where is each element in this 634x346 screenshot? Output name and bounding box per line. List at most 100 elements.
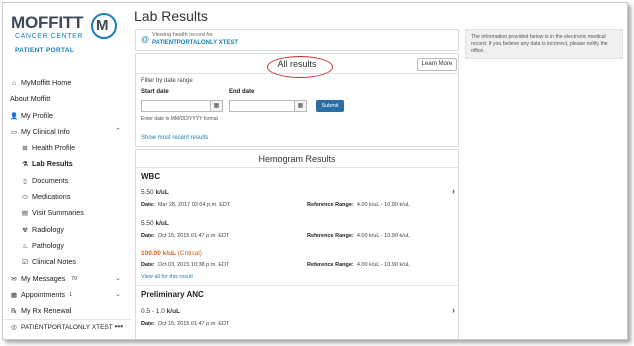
- highlight-ellipse: [267, 56, 333, 78]
- sidebar-item-messages[interactable]: ✉ My Messages 70 ⌄: [3, 271, 131, 287]
- logo-mark-icon: M: [91, 13, 117, 39]
- moffitt-logo[interactable]: MOFFITT M CANCER CENTER PATIENT PORTAL: [11, 11, 123, 59]
- result-date: Date: Oct 03, 2015 10:38 p.m. EDT: [141, 262, 230, 268]
- test-name: Preliminary ANC: [141, 290, 204, 299]
- divider: [136, 167, 458, 168]
- messages-count-badge: 70: [71, 275, 78, 282]
- sidebar-item-clinical-info[interactable]: ▭ My Clinical Info ⌃: [3, 124, 131, 140]
- calendar-icon[interactable]: ▦: [211, 100, 223, 112]
- result-date: Date: Oct 15, 2015 01:47 p.m. EDT: [141, 321, 230, 327]
- sidebar-item-label: My Profile: [21, 110, 53, 120]
- pathology-icon: ♨: [22, 242, 28, 250]
- learn-more-button[interactable]: Learn More: [417, 58, 457, 71]
- user-avatar-icon: ◎: [11, 324, 17, 331]
- viewing-label: Viewing health record for: [152, 32, 213, 38]
- sidebar-item-label: Pathology: [32, 240, 64, 250]
- result-value: 0.5 - 1.0 k/uL: [141, 308, 181, 315]
- calendar-icon: ▦: [10, 291, 18, 299]
- viewing-patient-name: PATIENTPORTALONLY XTEST: [152, 40, 239, 46]
- sidebar-item-lab-results[interactable]: ⚗ Lab Results: [3, 156, 131, 172]
- sidebar-item-label: Lab Results: [32, 159, 73, 169]
- visit-icon: ▤: [21, 210, 29, 218]
- sidebar-item-label: Medications: [32, 192, 71, 202]
- medication-icon: ⬭: [22, 194, 28, 202]
- chevron-right-icon[interactable]: ›: [452, 305, 455, 315]
- sidebar-item-pathology[interactable]: ♨ Pathology: [3, 238, 131, 254]
- view-all-link[interactable]: View all for this result: [141, 274, 193, 280]
- sidebar-item-label: Documents: [32, 175, 69, 185]
- chevron-right-icon[interactable]: ›: [452, 186, 455, 196]
- messages-icon: ✉: [11, 275, 17, 283]
- folder-icon: ▭: [10, 128, 18, 136]
- submit-button[interactable]: Submit: [316, 100, 344, 112]
- sidebar-item-label: About Moffitt: [10, 94, 51, 104]
- sidebar-item-health-profile[interactable]: ⊞ Health Profile: [3, 140, 131, 156]
- reference-range: Reference Range: 4.00 k/uL - 10.90 k/uL: [307, 202, 410, 208]
- date-format-hint: Enter date in MM/DD/YYYY format: [141, 116, 218, 122]
- all-results-panel: All results Learn More Filter by date ra…: [135, 53, 459, 147]
- sidebar-item-appointments[interactable]: ▦ Appointments 1 ⌄: [3, 287, 131, 303]
- sidebar-item-label: My Rx Renewal: [21, 306, 72, 316]
- viewing-record-banner: @ Viewing health record for PATIENTPORTA…: [135, 29, 459, 51]
- at-icon: @: [141, 35, 150, 44]
- more-options-icon[interactable]: •••: [115, 319, 123, 335]
- result-date: Date: Mar 28, 2017 02:04 p.m. EDT: [141, 202, 231, 208]
- sidebar-item-label: Visit Summaries: [32, 208, 84, 218]
- sidebar-item-about[interactable]: About Moffitt: [3, 91, 131, 107]
- start-date-label: Start date: [141, 89, 169, 95]
- end-date-label: End date: [229, 89, 255, 95]
- sidebar-item-profile[interactable]: 👤 My Profile: [3, 108, 131, 124]
- sidebar-item-label: My Clinical Info: [21, 126, 70, 136]
- app-window: MOFFITT M CANCER CENTER PATIENT PORTAL ⌂…: [2, 2, 628, 340]
- sidebar-item-documents[interactable]: ▯ Documents: [3, 173, 131, 189]
- reference-range: Reference Range: 4.00 k/uL - 10.90 k/uL: [307, 233, 410, 239]
- chevron-down-icon[interactable]: ⌄: [115, 271, 121, 287]
- sidebar-item-label: My Messages: [21, 273, 66, 283]
- home-icon: ⌂: [12, 80, 16, 87]
- sidebar-item-rx-renewal[interactable]: ℞ My Rx Renewal: [3, 303, 131, 319]
- critical-tag: (Critical): [177, 250, 202, 257]
- sidebar-item-label: Appointments: [21, 289, 65, 299]
- filter-label: Filter by date range: [141, 78, 193, 84]
- appointments-count-badge: 1: [69, 291, 73, 298]
- result-date: Date: Oct 15, 2015 01:47 p.m. EDT: [141, 233, 230, 239]
- rx-icon: ℞: [11, 308, 17, 316]
- document-icon: ▯: [23, 177, 27, 185]
- main-content: Lab Results @ Viewing health record for …: [131, 3, 463, 339]
- sidebar-item-label: MyMoffitt Home: [21, 78, 72, 87]
- logo-subtitle: CANCER CENTER: [15, 33, 84, 40]
- critical-result-value: 100.00 k/uL (Critical): [141, 250, 202, 257]
- sidebar-item-home[interactable]: ⌂ MyMoffitt Home: [3, 75, 131, 91]
- chevron-up-icon[interactable]: ⌃: [115, 124, 121, 140]
- lab-icon: ⚗: [22, 161, 28, 169]
- divider: [136, 285, 458, 286]
- start-date-input[interactable]: [141, 100, 211, 112]
- profile-icon: 👤: [10, 112, 19, 120]
- user-menu[interactable]: ◎ PATIENTPORTALONLY XTEST •••: [3, 320, 131, 336]
- chevron-down-icon[interactable]: ⌄: [115, 287, 121, 303]
- result-value: 5.50 k/uL: [141, 189, 169, 196]
- sidebar-item-visit-summaries[interactable]: ▤ Visit Summaries: [3, 205, 131, 221]
- logo-wordmark: MOFFITT: [11, 13, 84, 32]
- notes-icon: ☑: [22, 259, 28, 267]
- all-results-header: All results Learn More: [136, 54, 458, 78]
- show-recent-link[interactable]: Show most recent results: [141, 135, 208, 141]
- radiology-icon: ☢: [22, 226, 28, 234]
- sidebar: MOFFITT M CANCER CENTER PATIENT PORTAL ⌂…: [3, 3, 131, 339]
- logo-portal-label: PATIENT PORTAL: [15, 47, 75, 54]
- sidebar-user: ◎ PATIENTPORTALONLY XTEST •••: [3, 319, 131, 339]
- info-notice: The information provided below is in the…: [465, 29, 623, 59]
- user-name: PATIENTPORTALONLY XTEST: [21, 324, 113, 331]
- sidebar-item-label: Health Profile: [32, 143, 76, 153]
- sidebar-item-medications[interactable]: ⬭ Medications: [3, 189, 131, 205]
- result-value: 5.50 k/uL: [141, 220, 169, 227]
- sidebar-item-label: Radiology: [32, 224, 64, 234]
- test-name: WBC: [141, 172, 161, 181]
- end-date-input[interactable]: [229, 100, 295, 112]
- health-icon: ⊞: [22, 145, 28, 153]
- calendar-icon[interactable]: ▦: [295, 100, 307, 112]
- sidebar-nav: ⌂ MyMoffitt Home About Moffitt 👤 My Profil…: [3, 75, 131, 319]
- sidebar-item-radiology[interactable]: ☢ Radiology: [3, 222, 131, 238]
- hemogram-panel: Hemogram Results WBC 5.50 k/uL › Date: M…: [135, 149, 459, 339]
- sidebar-item-clinical-notes[interactable]: ☑ Clinical Notes: [3, 254, 131, 270]
